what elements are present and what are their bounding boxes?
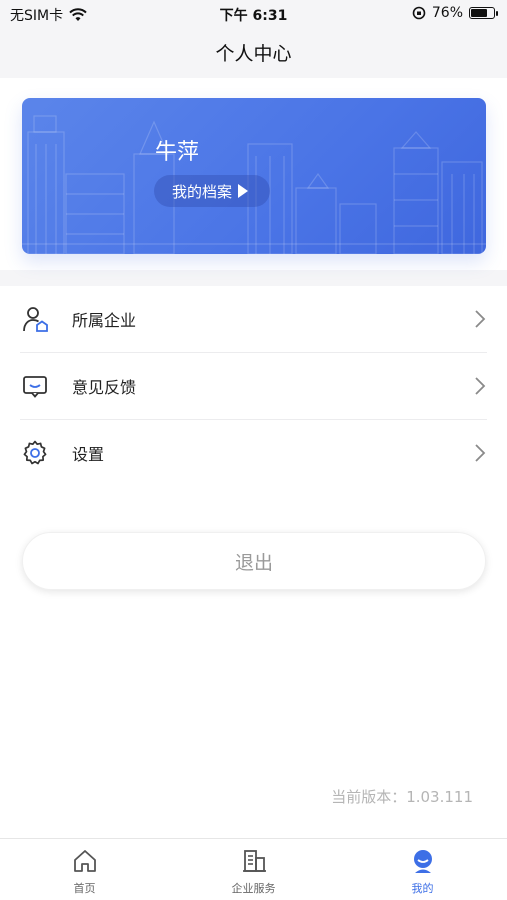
logout-button[interactable]: 退出	[22, 532, 486, 590]
menu-item-settings[interactable]: 设置	[20, 420, 487, 487]
menu-item-label: 所属企业	[72, 311, 137, 330]
battery-icon	[469, 7, 498, 19]
tab-label: 首页	[73, 882, 96, 895]
orientation-lock-icon	[412, 6, 426, 20]
chevron-right-icon	[475, 377, 486, 395]
user-name: 牛萍	[155, 140, 200, 165]
feedback-icon	[20, 371, 50, 401]
logout-section: 退出 当前版本：1.03.111	[0, 486, 507, 838]
enterprise-service-icon	[242, 850, 266, 872]
tab-bar: 首页 企业服务 我的	[0, 838, 507, 900]
menu-item-enterprise[interactable]: 所属企业	[20, 286, 487, 353]
chevron-right-icon	[475, 444, 486, 462]
user-building-icon	[20, 304, 50, 334]
battery-percent: 76%	[431, 5, 463, 21]
status-bar: 无SIM卡 下午 6:31 76%	[0, 0, 507, 28]
chevron-right-icon	[475, 310, 486, 328]
page-title: 个人中心	[215, 43, 292, 65]
profile-area: 牛萍 我的档案	[0, 78, 507, 270]
home-icon	[73, 850, 96, 872]
version-text: 当前版本：1.03.111	[331, 788, 473, 806]
battery-level	[471, 9, 487, 17]
tab-home[interactable]: 首页	[0, 839, 169, 900]
menu-item-label: 意见反馈	[72, 378, 137, 397]
my-archive-button[interactable]: 我的档案	[154, 175, 271, 207]
nav-bar: 个人中心	[0, 28, 507, 78]
play-triangle-icon	[238, 184, 249, 198]
tab-label: 企业服务	[231, 882, 276, 895]
tab-label: 我的	[411, 882, 434, 895]
my-archive-label: 我的档案	[172, 182, 233, 201]
gear-icon	[20, 438, 50, 468]
tab-mine[interactable]: 我的	[338, 839, 507, 900]
status-right: 76%	[412, 5, 498, 21]
menu-list: 所属企业 意见反馈 设置	[0, 286, 507, 487]
menu-item-label: 设置	[72, 445, 105, 464]
profile-icon	[413, 850, 432, 873]
profile-card: 牛萍 我的档案	[22, 98, 486, 254]
menu-item-feedback[interactable]: 意见反馈	[20, 353, 487, 420]
tab-enterprise-service[interactable]: 企业服务	[169, 839, 338, 900]
